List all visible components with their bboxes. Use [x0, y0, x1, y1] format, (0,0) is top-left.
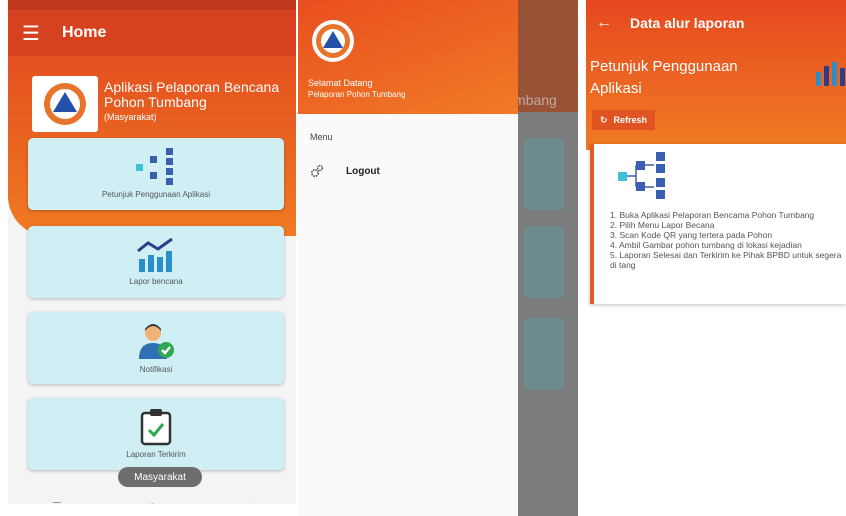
refresh-button[interactable]: ↻ Refresh	[592, 110, 656, 130]
step-item: 4. Ambil Gambar pohon tumbang di lokasi …	[610, 240, 802, 250]
refresh-icon: ↻	[600, 114, 608, 125]
hierarchy-icon	[136, 148, 173, 185]
gears-icon	[310, 164, 324, 178]
step-item: 5. Laporan Selesai dan Terkirim ke Pihak…	[610, 250, 842, 270]
welcome-subtitle: Pelaporan Pohon Tumbang	[308, 90, 406, 99]
guide-title: Petunjuk Penggunaan Aplikasi	[590, 58, 738, 97]
chart-icon	[814, 58, 846, 93]
drawer-header: Selamat Datang Pelaporan Pohon Tumbang	[298, 0, 518, 114]
menu-card-label: Laporan Terkirim	[126, 450, 186, 459]
dimmed-card	[524, 318, 564, 390]
step-item: 2. Pilih Menu Lapor Becana	[610, 220, 715, 230]
dimmed-card	[524, 138, 564, 210]
guide-card: 1. Buka Aplikasi Pelaporan Bencama Pohon…	[590, 144, 846, 304]
status-bar	[8, 0, 296, 10]
menu-card-label: Petunjuk Penggunaan Aplikasi	[101, 190, 211, 199]
app-bar: ← Data alur laporan	[596, 14, 744, 32]
system-nav-bar: ☰ ○ ↩	[8, 496, 296, 504]
menu-card-label: Notifikasi	[139, 365, 173, 374]
clipboard-check-icon	[140, 409, 172, 446]
back-arrow-icon[interactable]: ←	[596, 14, 612, 32]
refresh-label: Refresh	[613, 115, 648, 125]
dimmed-card	[524, 226, 564, 298]
step-item: 1. Buka Aplikasi Pelaporan Bencama Pohon…	[610, 210, 815, 220]
app-logo	[32, 76, 98, 132]
user-check-icon	[139, 324, 174, 359]
menu-card-petunjuk[interactable]: Petunjuk Penggunaan Aplikasi	[28, 138, 284, 210]
chart-icon	[137, 237, 173, 272]
logout-label: Logout	[346, 165, 380, 177]
recents-nav-icon[interactable]: ☰	[52, 500, 62, 505]
user-role: (Masyarakat)	[104, 112, 157, 122]
home-screen: ☰ Home Aplikasi Pelaporan Bencana Pohon …	[8, 0, 296, 504]
app-bar: ☰ Home	[8, 10, 296, 56]
hamburger-menu-icon[interactable]: ☰	[22, 21, 40, 46]
toast-message: Masyarakat	[118, 467, 202, 487]
report-flow-screen: ← Data alur laporan Petunjuk Penggunaan …	[586, 0, 846, 516]
menu-card-lapor-bencana[interactable]: Lapor bencana	[28, 226, 284, 298]
navigation-drawer: Selamat Datang Pelaporan Pohon Tumbang M…	[298, 0, 518, 516]
menu-section-label: Menu	[310, 132, 333, 142]
page-title: Home	[61, 24, 107, 41]
drawer-screen: mbang Selamat Datang Pelaporan Pohon Tum…	[298, 0, 578, 516]
drawer-logo	[312, 20, 354, 62]
back-nav-icon[interactable]: ↩	[243, 500, 252, 505]
steps-list: 1. Buka Aplikasi Pelaporan Bencama Pohon…	[610, 210, 846, 270]
home-nav-icon[interactable]: ○	[149, 500, 156, 504]
menu-card-notifikasi[interactable]: Notifikasi	[28, 312, 284, 384]
dimmed-title-fragment: mbang	[514, 92, 557, 108]
menu-card-laporan-terkirim[interactable]: Laporan Terkirim	[28, 398, 284, 470]
welcome-text: Selamat Datang	[308, 78, 373, 88]
logout-item[interactable]: Logout	[310, 164, 380, 178]
page-title: Data alur laporan	[630, 15, 745, 31]
menu-card-label: Lapor bencana	[129, 277, 183, 286]
step-item: 3. Scan Kode QR yang tertera pada Pohon	[610, 230, 773, 240]
hierarchy-icon	[616, 152, 672, 205]
app-name: Aplikasi Pelaporan Bencana Pohon Tumbang	[104, 79, 280, 110]
